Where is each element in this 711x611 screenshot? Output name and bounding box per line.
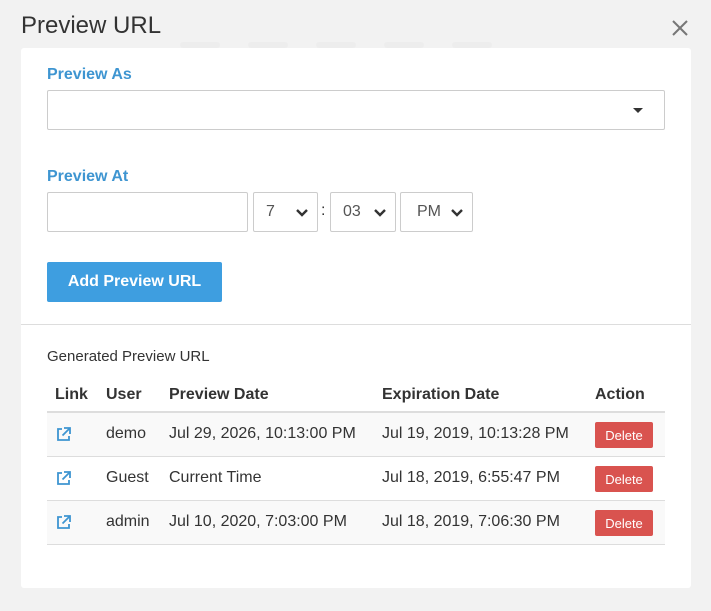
row-preview-date: Current Time: [169, 469, 262, 486]
table-header: Link User Preview Date Expiration Date A…: [47, 379, 665, 413]
chevron-down-icon: [451, 209, 463, 217]
column-header-link: Link: [55, 386, 88, 403]
delete-button[interactable]: Delete: [595, 422, 653, 448]
row-preview-date: Jul 10, 2020, 7:03:00 PM: [169, 513, 347, 530]
time-separator: :: [321, 202, 326, 219]
row-user: admin: [106, 513, 150, 530]
table-row: Guest Current Time Jul 18, 2019, 6:55:47…: [47, 457, 665, 501]
hour-value: 7: [266, 203, 275, 220]
external-link-icon[interactable]: [55, 470, 72, 492]
close-button[interactable]: [667, 15, 693, 41]
ampm-select[interactable]: PM: [400, 192, 473, 232]
minute-value: 03: [343, 203, 361, 220]
table-row: demo Jul 29, 2026, 10:13:00 PM Jul 19, 2…: [47, 413, 665, 457]
external-link-icon[interactable]: [55, 514, 72, 536]
modal-title: Preview URL: [21, 12, 162, 39]
row-preview-date: Jul 29, 2026, 10:13:00 PM: [169, 425, 356, 442]
delete-button[interactable]: Delete: [595, 510, 653, 536]
hour-select[interactable]: 7: [253, 192, 318, 232]
preview-at-label: Preview At: [47, 168, 129, 185]
preview-as-label: Preview As: [47, 66, 132, 83]
preview-url-table: Link User Preview Date Expiration Date A…: [47, 379, 665, 545]
ampm-value: PM: [417, 203, 441, 220]
modal-body: Preview As Preview At 7 : 03 PM Add Prev…: [21, 48, 691, 588]
preview-as-select[interactable]: [47, 90, 665, 130]
column-header-user: User: [106, 386, 142, 403]
close-icon: [672, 20, 688, 36]
minute-select[interactable]: 03: [330, 192, 396, 232]
column-header-action: Action: [595, 386, 645, 403]
column-header-expiration-date: Expiration Date: [382, 386, 500, 403]
section-divider: [21, 324, 691, 325]
delete-button[interactable]: Delete: [595, 466, 653, 492]
row-user: Guest: [106, 469, 149, 486]
row-expiration-date: Jul 18, 2019, 7:06:30 PM: [382, 513, 560, 530]
row-expiration-date: Jul 18, 2019, 6:55:47 PM: [382, 469, 560, 486]
row-user: demo: [106, 425, 147, 442]
caret-down-icon: [633, 108, 643, 113]
generated-title: Generated Preview URL: [47, 348, 210, 365]
modal-header: Preview URL: [0, 0, 711, 48]
row-expiration-date: Jul 19, 2019, 10:13:28 PM: [382, 425, 569, 442]
preview-date-input[interactable]: [47, 192, 248, 232]
table-row: admin Jul 10, 2020, 7:03:00 PM Jul 18, 2…: [47, 501, 665, 545]
chevron-down-icon: [374, 209, 386, 217]
chevron-down-icon: [296, 209, 308, 217]
add-preview-url-button[interactable]: Add Preview URL: [47, 262, 222, 302]
external-link-icon[interactable]: [55, 426, 72, 448]
column-header-preview-date: Preview Date: [169, 386, 269, 403]
